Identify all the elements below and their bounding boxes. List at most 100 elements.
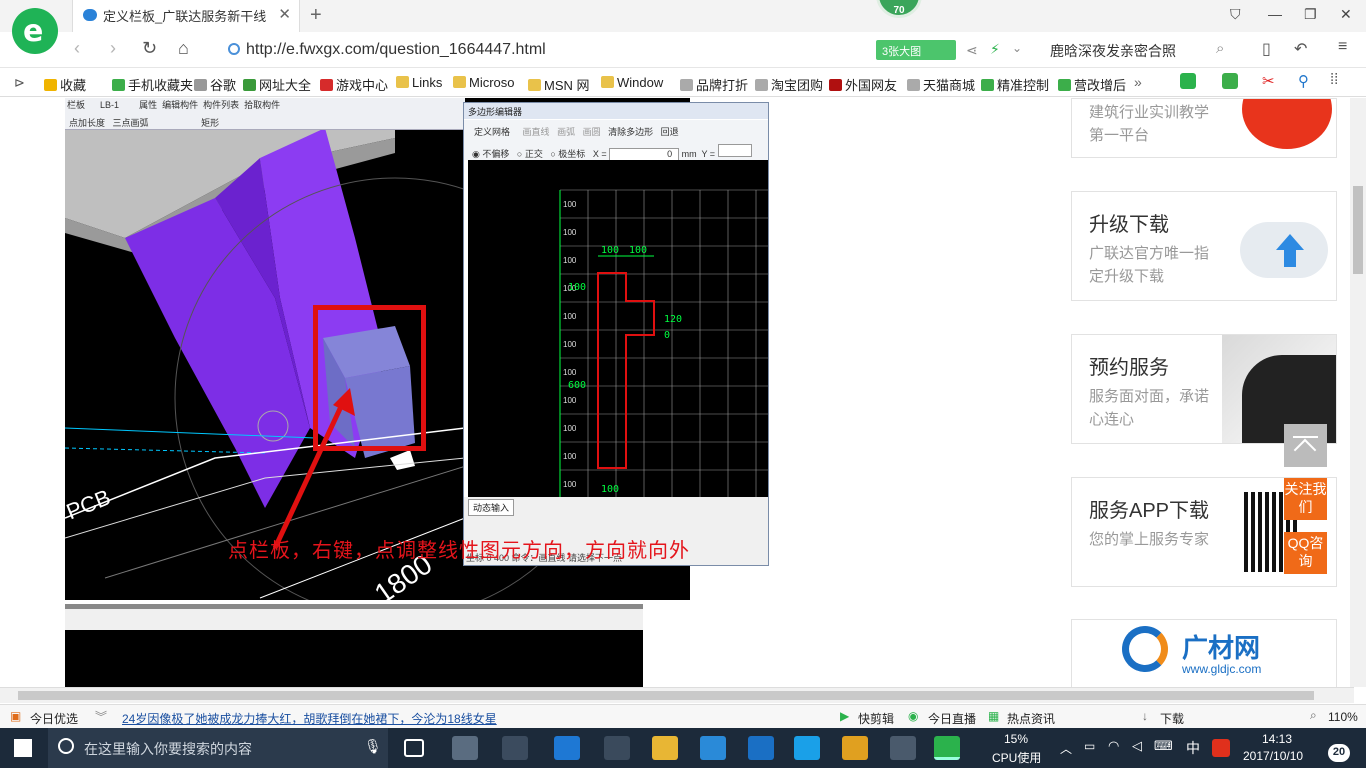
volume-icon[interactable]: ◁ [1132, 738, 1142, 754]
tool-clear[interactable]: 清除多边形 [608, 127, 653, 137]
bookmark-item[interactable]: Links [396, 75, 442, 90]
tb-item[interactable]: 栏板 [67, 100, 85, 110]
opt-no-offset[interactable]: 不偏移 [482, 149, 509, 159]
app-spiral-icon[interactable] [502, 736, 528, 760]
bookmark-item[interactable]: 游戏中心 [320, 75, 388, 94]
big-image-button[interactable]: 3张大图 [876, 40, 956, 60]
bookmark-item[interactable]: 谷歌 [194, 75, 236, 94]
dynamic-input-button[interactable]: 动态输入 [468, 499, 515, 516]
refresh-icon[interactable]: ↻ [142, 38, 157, 59]
url-field[interactable]: http://e.fwxgx.com/question_1664447.html [228, 41, 546, 59]
bookmark-item[interactable]: 天猫商城 [907, 75, 975, 94]
scroll-thumb[interactable] [1353, 186, 1363, 274]
tool-line[interactable]: 画直线 [523, 127, 550, 137]
tb-item[interactable]: 拾取构件 [244, 100, 280, 110]
tab-active[interactable]: 定义栏板_广联达服务新干线 ✕ [72, 0, 300, 32]
chevron-down-icon[interactable]: ⌄ [1012, 41, 1022, 55]
bookmark-item[interactable]: 网址大全 [243, 75, 311, 94]
card-training[interactable]: 建筑行业实训教学第一平台 [1071, 98, 1337, 158]
search-icon[interactable]: ⌕ [1216, 40, 1224, 57]
tab-close-icon[interactable]: ✕ [278, 5, 291, 23]
mic-icon[interactable]: 🎙 [364, 738, 382, 755]
help-icon[interactable] [890, 736, 916, 760]
clock-date[interactable]: 2017/10/10 [1243, 749, 1303, 763]
edge-icon[interactable] [554, 736, 580, 760]
status-item[interactable]: 快剪辑 [858, 710, 894, 727]
start-icon[interactable] [14, 739, 32, 757]
menu-icon[interactable]: ≡ [1338, 38, 1347, 56]
bookmark-item[interactable]: 外国网友 [829, 75, 897, 94]
tb-item[interactable]: 矩形 [201, 118, 219, 128]
forward-icon[interactable]: › [110, 38, 116, 59]
tool-arc[interactable]: 画弧 [557, 127, 575, 137]
card-gldjc[interactable]: 广材网 www.gldjc.com [1071, 619, 1337, 689]
task-view-icon[interactable] [404, 739, 424, 757]
tb-item[interactable]: 属性 [139, 100, 157, 110]
news-link[interactable]: 24岁因像极了她被成龙力捧大红，胡歌拜倒在她裙下，今沦为18线女星 [122, 710, 497, 727]
bookmark-item[interactable]: 品牌打折 [680, 75, 748, 94]
sidebar-toggle-icon[interactable]: ⊳ [14, 75, 25, 91]
plus-app-icon[interactable] [794, 736, 820, 760]
back-icon[interactable]: ‹ [74, 38, 80, 59]
new-tab-icon[interactable]: + [310, 4, 322, 27]
tb-item[interactable]: 编辑构件 [162, 100, 198, 110]
phone-icon[interactable]: ▯ [1262, 39, 1271, 59]
home-icon[interactable]: ⌂ [178, 38, 189, 59]
bookmark-item[interactable]: MSN 网 [528, 75, 590, 94]
follow-us-button[interactable]: 关注我们 [1284, 478, 1327, 520]
clock-time[interactable]: 14:13 [1262, 732, 1292, 746]
close-window-icon[interactable]: ✕ [1340, 6, 1352, 23]
opt-ortho[interactable]: 正交 [525, 149, 543, 159]
shield-icon[interactable] [1180, 73, 1196, 89]
y-input[interactable] [717, 144, 752, 157]
minimize-icon[interactable]: — [1268, 6, 1282, 22]
back-to-top-button[interactable] [1284, 424, 1327, 467]
tb-item[interactable]: 构件列表 [203, 100, 239, 110]
tb-item[interactable]: LB-1 [100, 100, 119, 110]
battery-icon[interactable]: ▭ [1084, 739, 1095, 753]
undo-icon[interactable]: ↶ [1294, 39, 1307, 59]
store-icon[interactable] [604, 736, 630, 760]
notes-icon[interactable] [842, 736, 868, 760]
restore-icon[interactable]: ❐ [1304, 6, 1317, 23]
taskbar-search-input[interactable]: 在这里输入你要搜索的内容 🎙 [48, 728, 388, 768]
explorer-icon[interactable] [652, 736, 678, 760]
scroll-thumb-h[interactable] [18, 691, 1314, 700]
ie-icon[interactable] [700, 736, 726, 760]
browser-taskbar-icon[interactable] [934, 736, 960, 760]
tb-item[interactable]: 点加长度 [69, 118, 105, 128]
search-input[interactable]: 鹿晗深夜发亲密合照 [1050, 41, 1176, 61]
sogou-icon[interactable] [1212, 739, 1230, 757]
today-pick-label[interactable]: 今日优选 [30, 710, 78, 727]
tool-undo[interactable]: 回退 [661, 127, 679, 137]
horizontal-scrollbar[interactable] [0, 687, 1354, 703]
tool-circle[interactable]: 画圆 [583, 127, 601, 137]
scissors-icon[interactable]: ✂ [1262, 72, 1275, 90]
more-bookmarks-icon[interactable]: » [1134, 74, 1142, 90]
tray-chevron-icon[interactable]: ︿ [1060, 740, 1072, 757]
qq-consult-button[interactable]: QQ咨询 [1284, 532, 1327, 574]
apps-icon[interactable]: ⁞⁞ [1330, 71, 1338, 88]
status-item[interactable]: 今日直播 [928, 710, 976, 727]
bookmark-item[interactable]: 淘宝团购 [755, 75, 823, 94]
bookmark-item[interactable]: 手机收藏夹 [112, 75, 193, 94]
browser-logo-icon[interactable]: e [12, 8, 58, 54]
ime-indicator[interactable]: 中 [1186, 738, 1200, 758]
zoom-level[interactable]: 110% [1328, 710, 1358, 724]
share-icon[interactable]: ⋖ [966, 42, 978, 59]
translate-icon[interactable] [1222, 73, 1238, 89]
wifi-icon[interactable]: ◠ [1108, 738, 1119, 754]
card-upgrade[interactable]: 升级下载 广联达官方唯一指定升级下载 [1071, 191, 1337, 301]
shirt-icon[interactable]: ⛉ [1230, 6, 1241, 23]
status-item[interactable]: 下载 [1160, 710, 1184, 727]
gld-icon[interactable] [748, 736, 774, 760]
bookmark-item[interactable]: Window [601, 75, 663, 90]
magnifier-icon[interactable]: ⚲ [1298, 72, 1309, 90]
bookmark-item[interactable]: 营改增后 [1058, 75, 1126, 94]
opt-polar[interactable]: 极坐标 [558, 149, 585, 159]
keyboard-icon[interactable]: ⌨ [1154, 738, 1173, 754]
bolt-icon[interactable]: ⚡ [990, 41, 1000, 58]
bookmark-item[interactable]: 精准控制 [981, 75, 1049, 94]
notification-badge[interactable]: 20 [1328, 744, 1350, 762]
vertical-scrollbar[interactable] [1350, 98, 1366, 687]
